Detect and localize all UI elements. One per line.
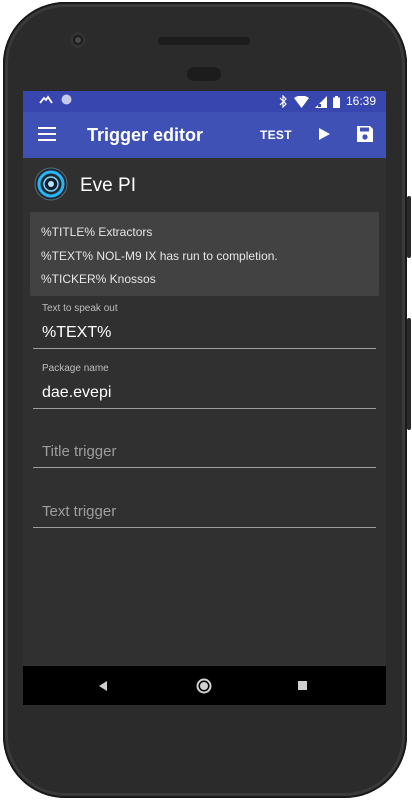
package-name-label: Package name (42, 363, 109, 374)
battery-icon (332, 95, 340, 108)
text-trigger-field[interactable]: Text trigger (33, 483, 376, 529)
status-time: 16:39 (345, 94, 376, 108)
menu-icon[interactable] (38, 127, 56, 141)
screen: 16:39 Trigger editor TEST Eve PI %TITLE%… (23, 91, 386, 705)
test-button[interactable]: TEST (260, 128, 292, 142)
front-camera (70, 32, 86, 48)
package-name-input[interactable]: dae.evepi (42, 383, 111, 403)
play-icon[interactable] (316, 126, 332, 142)
text-trigger-input[interactable]: Text trigger (42, 502, 116, 522)
title-trigger-underline (33, 467, 376, 468)
wifi-icon (293, 95, 309, 108)
app-info-row: Eve PI (23, 158, 386, 212)
home-icon[interactable] (196, 678, 212, 694)
speak-text-underline (33, 348, 376, 349)
navigation-bar (23, 666, 386, 705)
back-icon[interactable] (97, 680, 109, 692)
page-title: Trigger editor (87, 125, 204, 145)
status-bar: 16:39 (23, 91, 386, 112)
speak-text-label: Text to speak out (42, 303, 118, 314)
notification-small-icon (39, 94, 53, 104)
title-trigger-input[interactable]: Title trigger (42, 442, 116, 462)
speak-text-field[interactable]: Text to speak out %TEXT% (33, 303, 376, 349)
sensor (187, 67, 221, 81)
package-name-underline (33, 408, 376, 409)
recents-icon[interactable] (298, 681, 307, 690)
title-trigger-field[interactable]: Title trigger (33, 423, 376, 469)
text-trigger-underline (33, 527, 376, 528)
eve-pi-app-icon (34, 167, 68, 201)
speak-text-input[interactable]: %TEXT% (42, 323, 111, 343)
notification-text-line: %TEXT% NOL-M9 IX has run to completion. (41, 249, 278, 263)
notification-preview-card: %TITLE% Extractors %TEXT% NOL-M9 IX has … (30, 212, 379, 296)
bluetooth-icon (279, 95, 287, 108)
notification-ticker-line: %TICKER% Knossos (41, 272, 156, 286)
earpiece (158, 37, 250, 45)
app-bar: Trigger editor TEST (23, 112, 386, 158)
package-name-field[interactable]: Package name dae.evepi (33, 363, 376, 409)
save-icon[interactable] (356, 125, 374, 143)
app-name: Eve PI (80, 175, 136, 196)
circle-status-icon (61, 94, 72, 105)
volume-button (407, 318, 411, 430)
power-button (407, 196, 411, 258)
notification-title-line: %TITLE% Extractors (41, 225, 153, 239)
signal-icon (314, 95, 327, 108)
